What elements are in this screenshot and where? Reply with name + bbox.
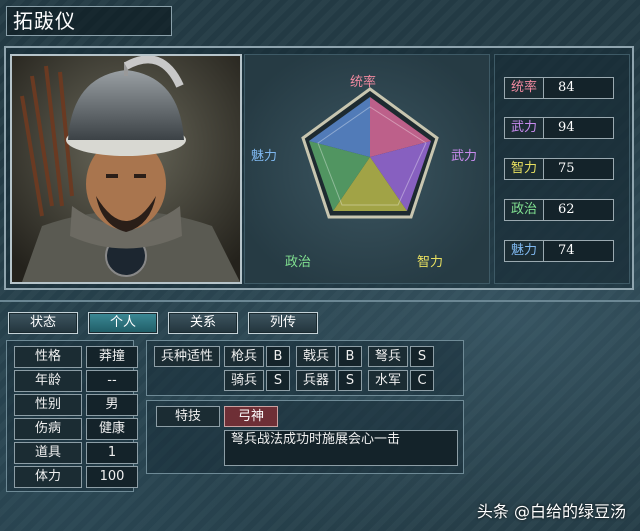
tab-divider xyxy=(0,300,640,302)
stat-value: 62 xyxy=(544,199,614,221)
aptitude-grade: S xyxy=(338,370,362,391)
aptitude-grade: S xyxy=(410,346,434,367)
aptitude-unit: 枪兵 xyxy=(224,346,264,367)
info-value: 100 xyxy=(86,466,138,488)
radar-label-strength: 武力 xyxy=(451,149,478,164)
info-value: 1 xyxy=(86,442,138,464)
general-portrait xyxy=(10,54,242,284)
aptitude-unit: 弩兵 xyxy=(368,346,408,367)
attribute-radar-chart: 统率 武力 智力 政治 魅力 xyxy=(244,54,490,284)
aptitude-unit: 水军 xyxy=(368,370,408,391)
info-value: -- xyxy=(86,370,138,392)
aptitude-grade: B xyxy=(266,346,290,367)
tab-relations[interactable]: 关系 xyxy=(168,312,238,334)
aptitude-unit: 兵器 xyxy=(296,370,336,391)
radar-label-intelligence: 智力 xyxy=(417,255,444,270)
warrior-portrait-image xyxy=(12,56,240,282)
aptitude-grade: S xyxy=(266,370,290,391)
stat-label: 统率 xyxy=(504,77,544,99)
info-label: 伤病 xyxy=(14,418,82,440)
info-label: 体力 xyxy=(14,466,82,488)
stat-label: 武力 xyxy=(504,117,544,139)
stat-value: 84 xyxy=(544,77,614,99)
radar-label-charm: 魅力 xyxy=(251,149,278,164)
radar-label-politics: 政治 xyxy=(285,255,312,270)
info-label: 年龄 xyxy=(14,370,82,392)
info-value: 男 xyxy=(86,394,138,416)
aptitude-grade: B xyxy=(338,346,362,367)
watermark-text: 头条 @白给的绿豆汤 xyxy=(476,502,626,521)
general-name: 拓跋仪 xyxy=(6,6,172,36)
tab-personal[interactable]: 个人 xyxy=(88,312,158,334)
stat-value: 94 xyxy=(544,117,614,139)
skill-description: 弩兵战法成功时施展会心一击 xyxy=(224,430,458,466)
info-label: 性别 xyxy=(14,394,82,416)
tab-status[interactable]: 状态 xyxy=(8,312,78,334)
skill-name-badge[interactable]: 弓神 xyxy=(224,406,278,427)
stat-value: 74 xyxy=(544,240,614,262)
radar-label-command: 统率 xyxy=(350,75,377,90)
info-label: 道具 xyxy=(14,442,82,464)
stat-label: 政治 xyxy=(504,199,544,221)
aptitude-grade: C xyxy=(410,370,434,391)
info-label: 性格 xyxy=(14,346,82,368)
tab-biography[interactable]: 列传 xyxy=(248,312,318,334)
skill-heading: 特技 xyxy=(156,406,220,427)
info-value: 莽撞 xyxy=(86,346,138,368)
info-value: 健康 xyxy=(86,418,138,440)
aptitude-unit: 戟兵 xyxy=(296,346,336,367)
stat-value: 75 xyxy=(544,158,614,180)
aptitude-heading: 兵种适性 xyxy=(154,346,220,367)
aptitude-unit: 骑兵 xyxy=(224,370,264,391)
stat-label: 魅力 xyxy=(504,240,544,262)
stat-label: 智力 xyxy=(504,158,544,180)
